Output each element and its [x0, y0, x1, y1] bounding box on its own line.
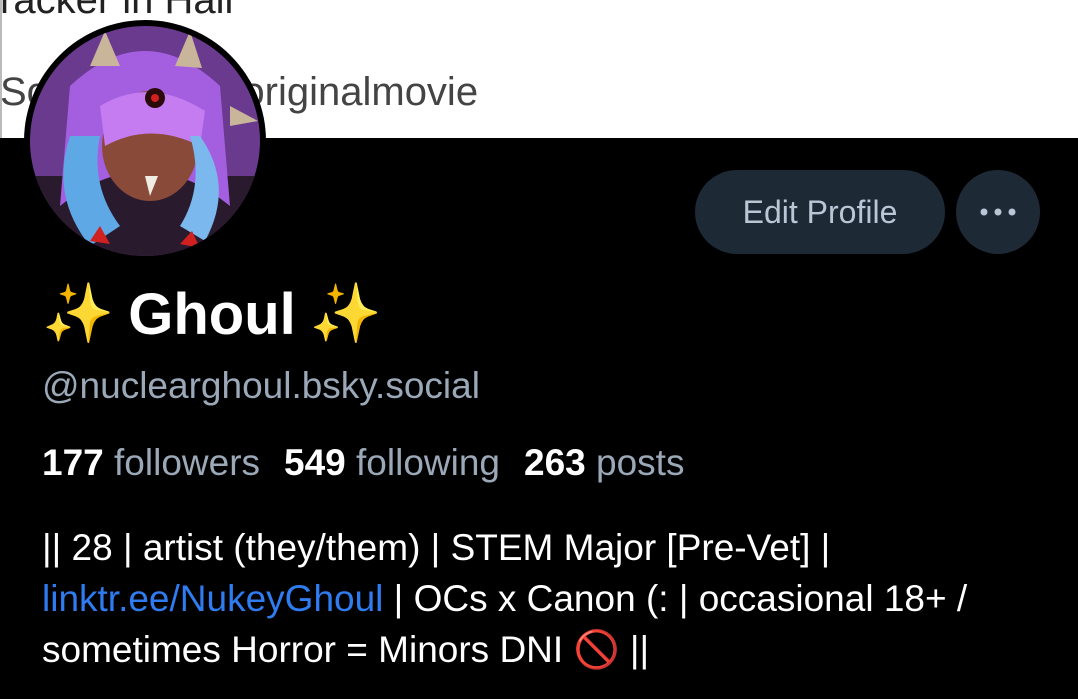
display-name: ✨ Ghoul ✨: [42, 280, 382, 348]
bio-link[interactable]: linktr.ee/NukeyGhoul: [42, 578, 383, 619]
avatar-illustration: [30, 26, 260, 256]
profile-stats: 177 followers 549 following 263 posts: [42, 442, 684, 484]
avatar[interactable]: [30, 26, 260, 256]
posts-count: 263: [524, 442, 586, 483]
posts-stat: 263 posts: [524, 442, 684, 483]
following-label: following: [356, 442, 501, 483]
followers-label: followers: [114, 442, 261, 483]
sparkles-icon: ✨: [42, 281, 115, 346]
sparkles-icon: ✨: [309, 281, 382, 346]
posts-label: posts: [596, 442, 685, 483]
edit-profile-button[interactable]: Edit Profile: [695, 170, 945, 254]
bio-text-part1: || 28 | artist (they/them) | STEM Major …: [42, 527, 831, 568]
user-handle: @nuclearghoul.bsky.social: [42, 365, 480, 406]
following-stat[interactable]: 549 following: [284, 442, 500, 483]
following-count: 549: [284, 442, 346, 483]
bio-text-part3: ||: [619, 629, 650, 670]
banner-text-top: racker in Hall: [0, 0, 234, 22]
profile-bio: || 28 | artist (they/them) | STEM Major …: [42, 522, 1052, 675]
more-dots-icon: [980, 208, 1016, 216]
display-name-text: Ghoul: [128, 281, 296, 347]
followers-count: 177: [42, 442, 104, 483]
no-entry-icon: 🚫: [573, 629, 620, 670]
followers-stat[interactable]: 177 followers: [42, 442, 260, 483]
more-options-button[interactable]: [956, 170, 1040, 254]
